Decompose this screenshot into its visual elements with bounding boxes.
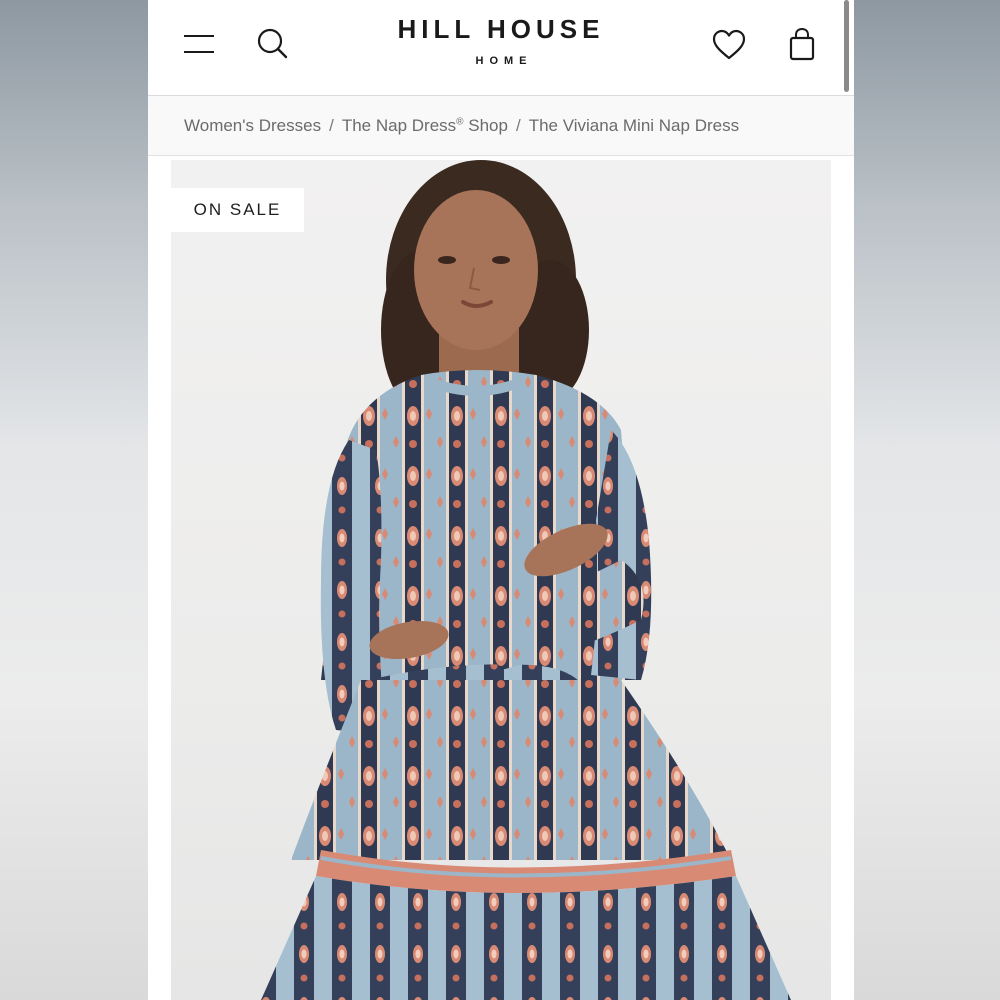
breadcrumb-nap-dress-shop[interactable]: The Nap Dress® Shop: [342, 116, 508, 136]
product-image[interactable]: ON SALE: [171, 160, 831, 1000]
registered-mark: ®: [456, 115, 464, 127]
menu-icon: [184, 35, 214, 53]
heart-icon: [712, 29, 746, 60]
model-photo: [261, 160, 791, 1000]
menu-button[interactable]: [182, 30, 216, 58]
breadcrumb-separator: /: [329, 115, 334, 135]
search-icon: [257, 28, 288, 59]
brand-name: HILL HOUSE: [397, 14, 605, 44]
on-sale-badge: ON SALE: [171, 188, 304, 232]
search-button[interactable]: [256, 26, 290, 62]
scrollbar[interactable]: [844, 0, 849, 92]
site-header: HILL HOUSE HOME: [148, 0, 854, 96]
wishlist-button[interactable]: [711, 28, 747, 62]
mobile-viewport: HILL HOUSE HOME Women's Dresses / The Na…: [148, 0, 854, 1000]
breadcrumb: Women's Dresses / The Nap Dress® Shop / …: [148, 96, 854, 156]
shopping-bag-icon: [789, 27, 815, 61]
breadcrumb-shop-suffix: Shop: [463, 115, 508, 135]
breadcrumb-nap-dress-label: The Nap Dress: [341, 115, 457, 135]
breadcrumb-current-product: The Viviana Mini Nap Dress: [528, 115, 740, 135]
brand-logo[interactable]: HILL HOUSE HOME: [338, 14, 664, 68]
breadcrumb-separator: /: [515, 115, 521, 135]
cart-button[interactable]: [786, 26, 818, 64]
breadcrumb-womens-dresses[interactable]: Women's Dresses: [184, 116, 321, 136]
brand-subname: HOME: [475, 55, 533, 67]
